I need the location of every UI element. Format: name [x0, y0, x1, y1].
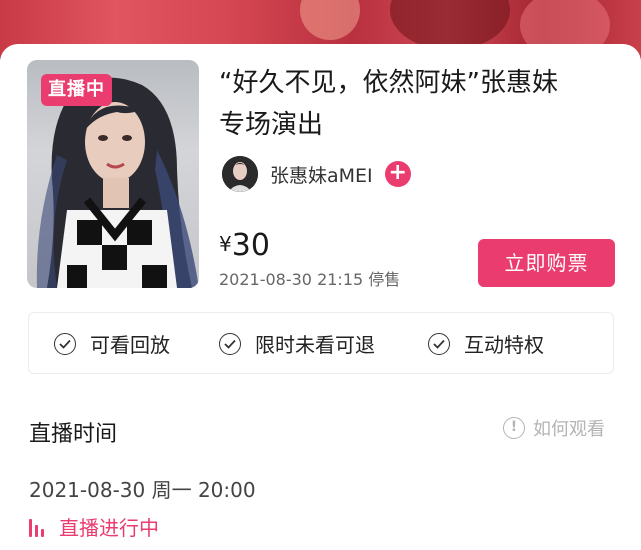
- exclamation-circle-icon: !: [503, 417, 525, 439]
- check-circle-icon: [54, 332, 76, 355]
- event-title-line: 专场演出: [219, 110, 324, 140]
- artist-name[interactable]: 张惠妹aMEI: [270, 161, 373, 188]
- sale-deadline: 2021-08-30 21:15 停售: [219, 270, 401, 289]
- live-time-heading: 直播时间: [29, 422, 118, 447]
- artist-chip[interactable]: 张惠妹aMEI +: [222, 154, 422, 194]
- price-value: 30: [231, 228, 270, 263]
- perk-item: 互动特权: [428, 329, 544, 358]
- how-to-watch-link[interactable]: ! 如何观看: [503, 415, 605, 441]
- live-status: 直播进行中: [29, 512, 159, 541]
- perk-item: 可看回放: [54, 329, 170, 358]
- plus-icon: +: [388, 160, 407, 185]
- buy-ticket-button[interactable]: 立即购票: [478, 239, 615, 287]
- live-status-badge: 直播中: [41, 74, 112, 106]
- live-bars-icon: [29, 517, 47, 537]
- perks-bar: 可看回放 限时未看可退 互动特权: [28, 312, 614, 374]
- banner-shape: [300, 0, 360, 40]
- live-datetime: 2021-08-30 周一 20:00: [29, 478, 256, 502]
- event-title: “好久不见，依然阿妹”张惠妹 专场演出: [219, 62, 619, 146]
- perk-label: 可看回放: [90, 333, 170, 357]
- perk-label: 限时未看可退: [255, 333, 375, 357]
- follow-button[interactable]: +: [384, 160, 411, 187]
- how-to-watch-label: 如何观看: [533, 419, 605, 440]
- banner-shape: [390, 0, 510, 50]
- check-circle-icon: [428, 332, 450, 355]
- perk-item: 限时未看可退: [219, 329, 375, 358]
- ticket-price: ¥30: [219, 228, 270, 263]
- artist-avatar[interactable]: [222, 156, 258, 192]
- live-status-label: 直播进行中: [59, 516, 159, 540]
- avatar-image: [222, 156, 258, 192]
- perk-label: 互动特权: [464, 333, 544, 357]
- check-circle-icon: [219, 332, 241, 355]
- currency-symbol: ¥: [219, 232, 232, 256]
- event-title-line: “好久不见，依然阿妹”张惠妹: [219, 68, 558, 98]
